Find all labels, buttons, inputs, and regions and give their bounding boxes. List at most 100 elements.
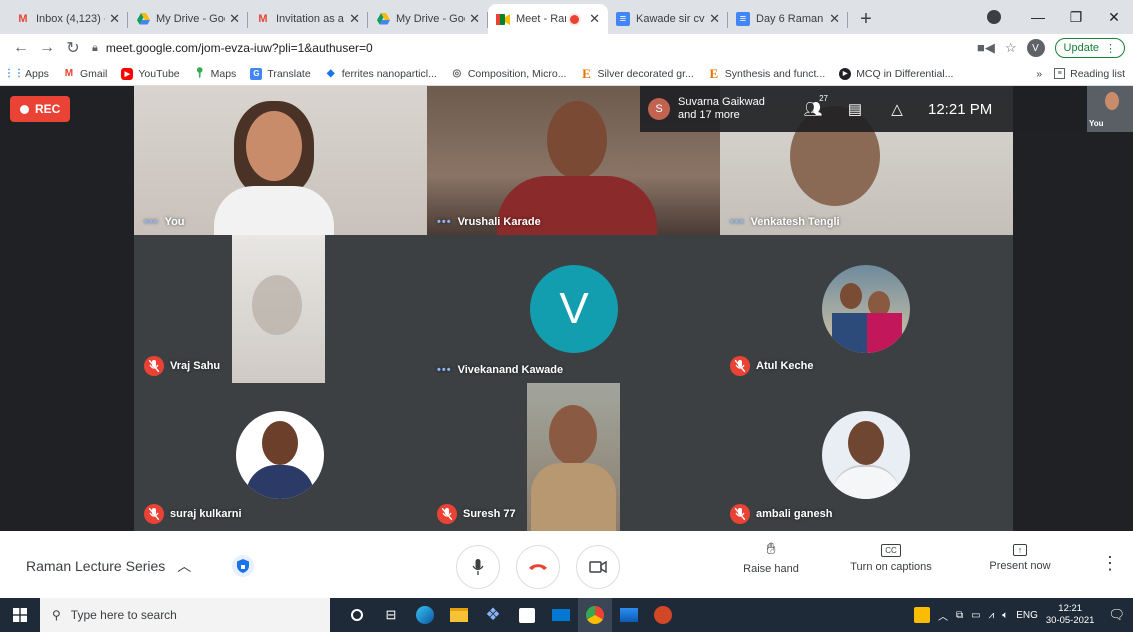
participant-name-row: Atul Keche xyxy=(730,356,813,376)
reading-list-button[interactable]: ≡ Reading list xyxy=(1054,68,1125,80)
cortana-icon[interactable] xyxy=(340,598,374,632)
bookmark-youtube[interactable]: ▶ YouTube xyxy=(121,67,180,80)
close-icon[interactable]: ✕ xyxy=(589,11,600,27)
raise-hand-button[interactable]: ✋︎ Raise hand xyxy=(726,541,816,575)
notification-warning-icon[interactable] xyxy=(913,607,930,623)
leave-call-button[interactable] xyxy=(516,545,560,589)
bookmark-silver[interactable]: E Silver decorated gr... xyxy=(580,66,694,81)
speakers-summary[interactable]: Suvarna Gaikwad and 17 more xyxy=(678,96,778,122)
meet-icon xyxy=(496,12,510,26)
participant-tile-vivekanand[interactable]: V ••• Vivekanand Kawade xyxy=(427,235,720,383)
host-controls-icon[interactable] xyxy=(232,555,254,577)
bookmark-maps[interactable]: 📍︎ Maps xyxy=(193,68,236,80)
participant-tile-atul[interactable]: Atul Keche xyxy=(720,235,1013,383)
dropbox-icon[interactable]: ❖ xyxy=(476,598,510,632)
participant-tile-you[interactable]: ••• You xyxy=(134,86,427,235)
forward-icon[interactable]: → xyxy=(34,39,60,57)
tab-invitation[interactable]: M Invitation as a spe ✕ xyxy=(248,4,368,34)
gmail-icon: M xyxy=(258,13,268,25)
captions-button[interactable]: CC Turn on captions xyxy=(846,541,936,573)
microphone-button[interactable] xyxy=(456,545,500,589)
address-bar: ← → ↻ 🔒︎ meet.google.com/jom-evza-iuw?pl… xyxy=(0,34,1133,62)
network-icon[interactable]: ▭ xyxy=(971,610,980,621)
close-icon[interactable]: ✕ xyxy=(109,11,120,27)
close-icon[interactable]: ✕ xyxy=(709,11,720,27)
participant-tile-ambali[interactable]: ambali ganesh xyxy=(720,383,1013,531)
tab-title: Inbox (4,123) - ka xyxy=(36,13,105,25)
participant-tile-suraj[interactable]: suraj kulkarni xyxy=(134,383,427,531)
avatar-shirt xyxy=(832,465,900,499)
meet-stage: REC ••• You ••• Vrushali Karade ••• Venkate… xyxy=(0,86,1133,531)
tab-drive[interactable]: My Drive - Googl ✕ xyxy=(128,4,248,34)
chat-icon[interactable]: ▤ xyxy=(834,100,876,118)
close-icon[interactable]: ✕ xyxy=(469,11,480,27)
back-icon[interactable]: ← xyxy=(8,39,34,57)
participant-tile-vraj[interactable]: Vraj Sahu xyxy=(134,235,427,383)
language-indicator[interactable]: ENG xyxy=(1016,610,1038,621)
mail-icon[interactable] xyxy=(544,598,578,632)
tab-inbox[interactable]: M Inbox (4,123) - ka ✕ xyxy=(8,4,128,34)
bookmarks-overflow-button[interactable]: » xyxy=(1036,68,1042,80)
avatar-clothes xyxy=(832,313,902,353)
participant-name-row: ••• Vrushali Karade xyxy=(437,216,541,228)
participant-name-row: ••• Vivekanand Kawade xyxy=(437,364,563,376)
reading-list-label: Reading list xyxy=(1070,67,1125,80)
activities-icon[interactable]: △ xyxy=(876,100,918,118)
restore-icon[interactable]: ❐ xyxy=(1057,9,1095,26)
store-icon[interactable] xyxy=(510,598,544,632)
reload-icon[interactable]: ↻ xyxy=(60,38,86,58)
more-options-icon[interactable]: ⋮ xyxy=(1101,553,1119,574)
tab-kawade-cv[interactable]: ≡ Kawade sir cv - G ✕ xyxy=(608,4,728,34)
bookmark-translate[interactable]: G Translate xyxy=(250,67,311,80)
powerpoint-icon[interactable] xyxy=(646,598,680,632)
bookmark-gmail[interactable]: M Gmail xyxy=(63,68,108,80)
people-button[interactable]: 👥︎ 27 xyxy=(792,94,834,118)
search-placeholder: Type here to search xyxy=(70,608,177,622)
action-center-icon[interactable]: 🗨︎ xyxy=(1108,607,1125,623)
new-tab-button[interactable]: + xyxy=(852,4,880,34)
edge-icon[interactable] xyxy=(408,598,442,632)
camera-icon xyxy=(589,561,607,573)
close-icon[interactable]: ✕ xyxy=(829,11,840,27)
task-view-icon[interactable]: ⊟ xyxy=(374,598,408,632)
video-feed-face xyxy=(252,275,302,335)
docs-icon: ≡ xyxy=(736,12,750,26)
show-hidden-icons-icon[interactable]: ︿ xyxy=(938,608,948,623)
participant-tile-suresh[interactable]: Suresh 77 xyxy=(427,383,720,531)
system-tray: ︿ ⧉ ▭ ⩘ 🔈︎ ENG 12:21 30-05-2021 🗨︎ xyxy=(913,598,1133,632)
minimize-icon[interactable]: — xyxy=(1019,9,1057,25)
meet-now-icon[interactable]: ⧉ xyxy=(956,610,963,621)
taskbar-search-input[interactable]: ⚲ Type here to search xyxy=(40,598,330,632)
self-view-thumbnail[interactable]: You xyxy=(1087,86,1133,132)
url-input[interactable]: 🔒︎ meet.google.com/jom-evza-iuw?pli=1&au… xyxy=(92,37,977,59)
windows-start-icon[interactable] xyxy=(0,598,40,632)
bookmark-composition[interactable]: ◎ Composition, Micro... xyxy=(451,68,566,80)
bookmark-mcq[interactable]: ▶ MCQ in Differential... xyxy=(839,67,953,80)
participant-count: 27 xyxy=(819,94,828,103)
meeting-details-button[interactable]: Raman Lecture Series ︿ xyxy=(26,556,191,576)
camera-button[interactable] xyxy=(576,545,620,589)
taskbar-clock[interactable]: 12:21 30-05-2021 xyxy=(1046,603,1095,627)
volume-icon[interactable]: 🔈︎ xyxy=(1002,610,1008,621)
tab-drive-2[interactable]: My Drive - Googl ✕ xyxy=(368,4,488,34)
bookmark-synthesis[interactable]: E Synthesis and funct... xyxy=(708,66,825,81)
close-icon[interactable]: ✕ xyxy=(349,11,360,27)
tab-meet[interactable]: Meet - Rama ✕ xyxy=(488,4,608,34)
close-icon[interactable]: ✕ xyxy=(229,11,240,27)
drive-icon xyxy=(136,12,150,26)
tab-search-icon[interactable] xyxy=(987,10,1001,24)
camera-in-use-icon[interactable]: ■◀ xyxy=(977,40,995,56)
tab-day6[interactable]: ≡ Day 6 Raman Lec ✕ xyxy=(728,4,848,34)
profile-avatar[interactable]: V xyxy=(1026,39,1045,57)
chrome-icon[interactable] xyxy=(578,598,612,632)
update-button[interactable]: Update ⋮ xyxy=(1054,38,1125,58)
bookmark-ferrites[interactable]: ◆ ferrites nanoparticl... xyxy=(325,68,437,80)
photos-icon[interactable] xyxy=(612,598,646,632)
gmail-icon: M xyxy=(18,13,28,25)
close-window-icon[interactable]: ✕ xyxy=(1095,9,1133,26)
wifi-icon[interactable]: ⩘ xyxy=(989,610,995,621)
file-explorer-icon[interactable] xyxy=(442,598,476,632)
present-now-button[interactable]: ↑ Present now xyxy=(975,541,1065,572)
bookmark-apps[interactable]: ⋮⋮ Apps xyxy=(4,68,49,80)
star-icon[interactable]: ☆ xyxy=(1005,40,1017,56)
